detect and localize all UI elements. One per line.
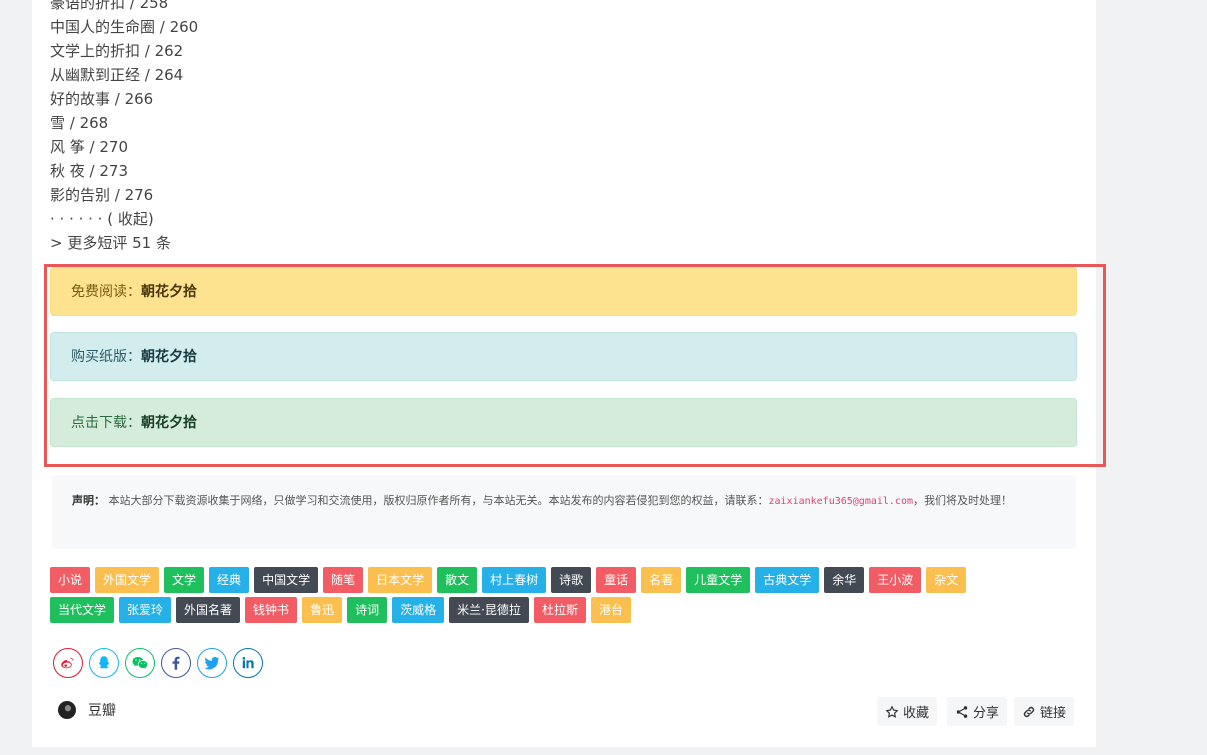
tag-link[interactable]: 外国名著 [176, 597, 241, 623]
source-info: 豆瓣 [58, 700, 116, 720]
linkedin-icon [242, 657, 254, 669]
tag-link[interactable]: 散文 [437, 567, 478, 593]
toc-item: 从幽默到正经 / 264 [50, 66, 184, 84]
download-alert[interactable]: 点击下载：朝花夕拾 [50, 398, 1077, 447]
source-name[interactable]: 豆瓣 [88, 700, 116, 720]
tag-link[interactable]: 诗歌 [551, 567, 592, 593]
share-button[interactable]: 分享 [947, 697, 1008, 726]
download-label: 点击下载： [71, 415, 141, 431]
tag-list-row-1: 小说 外国文学 文学 经典 中国文学 随笔 日本文学 散文 村上春树 诗歌 童话 名著 儿童文学 古典文学… [50, 567, 967, 593]
tag-link[interactable]: 小说 [50, 567, 91, 593]
favorite-label: 收藏 [903, 706, 930, 721]
facebook-icon [172, 656, 180, 670]
twitter-share-button[interactable] [197, 648, 227, 678]
table-of-contents: 豪语的折扣 / 258 中国人的生命圈 / 260 文学上的折扣 / 262 从… [50, 0, 198, 255]
toc-item: 影的告别 / 276 [50, 186, 154, 204]
notice-label: 声明： [72, 494, 105, 507]
avatar [58, 701, 76, 719]
notice-text: 本站大部分下载资源收集于网络，只做学习和交流使用，版权归原作者所有，与本站无关。… [108, 494, 769, 507]
toc-item: 豪语的折扣 / 258 [50, 0, 169, 12]
tag-link[interactable]: 随笔 [323, 567, 364, 593]
wechat-icon [132, 657, 148, 669]
contact-email[interactable]: zaixiankefu365@gmail.com [769, 496, 914, 507]
tag-link[interactable]: 古典文学 [755, 567, 820, 593]
share-label: 分享 [973, 706, 1000, 721]
more-reviews-link[interactable]: > 更多短评 51 条 [50, 231, 198, 255]
share-icon [956, 705, 968, 718]
tag-link[interactable]: 当代文学 [50, 597, 115, 623]
tag-link[interactable]: 童话 [596, 567, 637, 593]
toc-item: 文学上的折扣 / 262 [50, 42, 184, 60]
favorite-button[interactable]: 收藏 [877, 697, 938, 726]
tag-link[interactable]: 茨威格 [392, 597, 445, 623]
tag-link[interactable]: 经典 [209, 567, 250, 593]
linkedin-share-button[interactable] [233, 648, 263, 678]
qq-share-button[interactable] [89, 648, 119, 678]
free-read-label: 免费阅读： [71, 284, 141, 300]
free-read-link[interactable]: 朝花夕拾 [141, 284, 197, 300]
toc-item: 风 筝 / 270 [50, 138, 128, 156]
buy-paper-label: 购买纸版： [71, 349, 141, 365]
tag-link[interactable]: 日本文学 [368, 567, 433, 593]
tag-link[interactable]: 杂文 [926, 567, 967, 593]
tag-link[interactable]: 港台 [590, 597, 631, 623]
tag-link[interactable]: 米兰·昆德拉 [449, 597, 529, 623]
weibo-share-button[interactable] [53, 648, 83, 678]
tag-link[interactable]: 村上春树 [482, 567, 547, 593]
toc-item: 好的故事 / 266 [50, 90, 154, 108]
notice-text-end: ，我们将及时处理！ [913, 494, 1012, 507]
tag-link[interactable]: 诗词 [347, 597, 388, 623]
tag-link[interactable]: 中国文学 [254, 567, 319, 593]
free-read-alert[interactable]: 免费阅读：朝花夕拾 [50, 267, 1077, 316]
weibo-icon [61, 658, 74, 669]
tag-link[interactable]: 儿童文学 [686, 567, 751, 593]
tag-link[interactable]: 钱钟书 [245, 597, 298, 623]
tag-link[interactable]: 杜拉斯 [533, 597, 586, 623]
buy-paper-alert[interactable]: 购买纸版：朝花夕拾 [50, 332, 1077, 381]
toc-item: 中国人的生命圈 / 260 [50, 18, 199, 36]
link-icon [1023, 706, 1035, 717]
tag-link[interactable]: 王小波 [869, 567, 922, 593]
tag-link[interactable]: 张爱玲 [119, 597, 172, 623]
toc-collapse-link[interactable]: · · · · · · ( 收起) [50, 207, 198, 231]
toc-item: 秋 夜 / 273 [50, 162, 128, 180]
tag-link[interactable]: 鲁迅 [302, 597, 343, 623]
tag-link[interactable]: 文学 [164, 567, 205, 593]
download-link[interactable]: 朝花夕拾 [141, 415, 197, 431]
wechat-share-button[interactable] [125, 648, 155, 678]
share-buttons [53, 648, 263, 678]
twitter-icon [204, 656, 220, 670]
tag-list-row-2: 当代文学 张爱玲 外国名著 钱钟书 鲁迅 诗词 茨威格 米兰·昆德拉 杜拉斯 港台 [50, 597, 631, 623]
facebook-share-button[interactable] [161, 648, 191, 678]
link-label: 链接 [1040, 706, 1067, 721]
tag-link[interactable]: 余华 [824, 567, 865, 593]
copyright-notice: 声明： 本站大部分下载资源收集于网络，只做学习和交流使用，版权归原作者所有，与本… [52, 475, 1076, 549]
tag-link[interactable]: 名著 [641, 567, 682, 593]
star-icon [885, 704, 899, 718]
toc-item: 雪 / 268 [50, 114, 109, 132]
buy-paper-link[interactable]: 朝花夕拾 [141, 349, 197, 365]
tag-link[interactable]: 外国文学 [95, 567, 160, 593]
qq-icon [99, 656, 109, 669]
link-button[interactable]: 链接 [1014, 697, 1075, 726]
